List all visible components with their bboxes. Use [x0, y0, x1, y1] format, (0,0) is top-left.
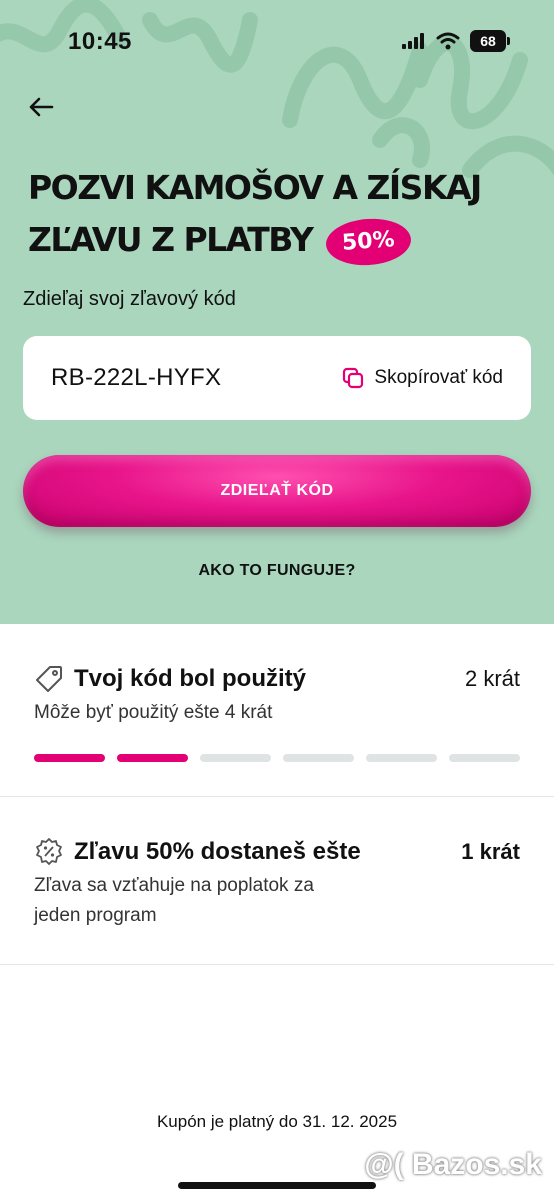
coupon-validity: Kupón je platný do 31. 12. 2025: [156, 1112, 398, 1131]
progress-segment: [200, 754, 271, 762]
progress-segment: [283, 754, 354, 762]
battery-icon: 68: [470, 30, 510, 52]
code-usage-count: 2 krát: [464, 666, 520, 691]
back-button[interactable]: [24, 90, 58, 124]
discount-subtitle: Zľava sa vzťahuje na poplatok za jeden p…: [34, 875, 314, 926]
usage-progress-bar: [34, 754, 520, 762]
tag-icon: [36, 666, 62, 692]
discount-section: Zľavu 50% dostaneš ešte 1 krát Zľava sa …: [0, 797, 554, 965]
copy-code-label: Skopírovať kód: [374, 367, 503, 388]
discount-badge: 50%: [324, 215, 413, 268]
wifi-icon: [436, 32, 460, 50]
status-icons: 68: [402, 30, 510, 52]
hero-section: 10:45 68 POZVI KAMOŠOV A ZÍSKAJ ZĽAVU Z …: [0, 0, 554, 624]
discount-code-box: RB-222L-HYFX Skopírovať kód: [23, 336, 531, 420]
title-line-1: POZVI KAMOŠOV A ZÍSKAJ: [28, 168, 482, 207]
status-time: 10:45: [68, 28, 132, 55]
copy-code-button[interactable]: Skopírovať kód: [342, 367, 503, 389]
progress-segment: [449, 754, 520, 762]
code-usage-header: Tvoj kód bol použitý: [34, 664, 306, 694]
arrow-left-icon: [29, 97, 54, 117]
code-usage-title: Tvoj kód bol použitý: [74, 665, 306, 692]
signal-icon: [402, 33, 424, 49]
discount-count: 1 krát: [461, 839, 520, 864]
progress-segment: [366, 754, 437, 762]
share-code-button[interactable]: ZDIEĽAŤ KÓD: [23, 455, 531, 527]
progress-segment: [34, 754, 105, 762]
page-title: POZVI KAMOŠOV A ZÍSKAJ ZĽAVU Z PLATBY 50…: [28, 162, 528, 268]
share-code-label: Zdieľaj svoj zľavový kód: [23, 288, 236, 310]
how-it-works-link[interactable]: AKO TO FUNGUJE?: [0, 562, 554, 580]
discount-header: Zľavu 50% dostaneš ešte: [34, 837, 361, 867]
home-indicator: [178, 1182, 376, 1189]
code-usage-section: Tvoj kód bol použitý 2 krát Môže byť pou…: [0, 624, 554, 797]
title-line-2: ZĽAVU Z PLATBY 50%: [28, 214, 528, 268]
discount-code: RB-222L-HYFX: [51, 364, 222, 391]
discount-title: Zľavu 50% dostaneš ešte: [74, 838, 361, 865]
percent-badge-icon: [36, 838, 62, 865]
watermark: @( Bazos.sk: [364, 1148, 542, 1181]
progress-segment: [117, 754, 188, 762]
copy-icon: [343, 367, 364, 389]
code-usage-subtitle: Môže byť použitý ešte 4 krát: [34, 702, 273, 723]
status-bar: 10:45 68: [0, 0, 554, 80]
title-line-2-text: ZĽAVU Z PLATBY: [28, 220, 314, 259]
